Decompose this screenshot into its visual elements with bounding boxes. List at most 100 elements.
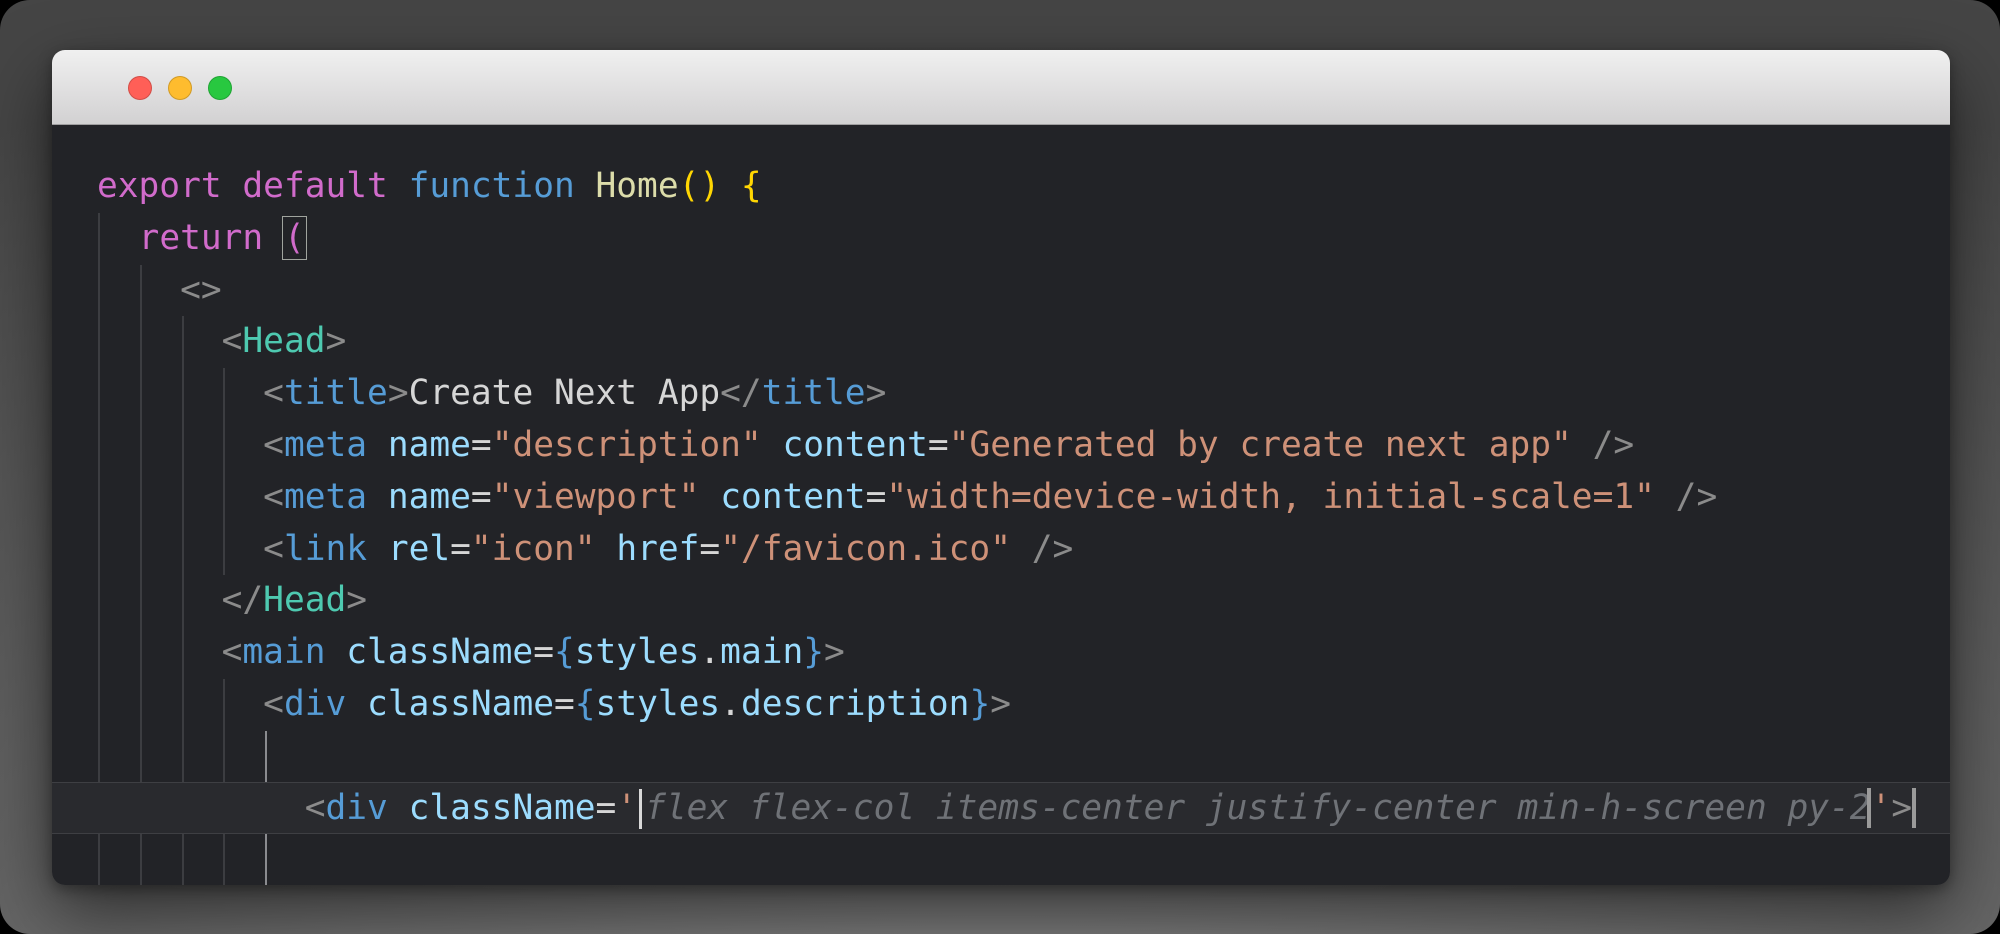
code-line: <> bbox=[52, 265, 1950, 317]
code-token bbox=[97, 788, 305, 828]
code-token: = bbox=[450, 529, 471, 569]
code-token bbox=[97, 529, 263, 569]
code-token: link bbox=[284, 529, 388, 569]
code-token: href bbox=[616, 529, 699, 569]
code-token bbox=[97, 270, 180, 310]
code-token: title bbox=[762, 373, 866, 413]
code-token: } bbox=[969, 684, 990, 724]
code-token: name bbox=[388, 477, 471, 517]
zoom-button[interactable] bbox=[208, 76, 232, 100]
code-token: ' bbox=[616, 788, 637, 828]
code-token: "/favicon.ico" bbox=[720, 529, 1011, 569]
code-token bbox=[97, 373, 263, 413]
code-line: return ( bbox=[52, 213, 1950, 265]
code-token: name bbox=[388, 425, 471, 465]
code-token: content bbox=[720, 477, 865, 517]
code-token: Create Next App bbox=[409, 373, 721, 413]
title-bar[interactable] bbox=[52, 50, 1950, 125]
code-token: = bbox=[866, 477, 887, 517]
code-token: description bbox=[741, 684, 969, 724]
code-token: "viewport" bbox=[492, 477, 700, 517]
code-token: { bbox=[575, 684, 596, 724]
code-token bbox=[97, 425, 263, 465]
text-cursor bbox=[639, 789, 642, 829]
code-token: main bbox=[242, 632, 346, 672]
code-line: <link rel="icon" href="/favicon.ico" /> bbox=[52, 524, 1950, 576]
code-token: title bbox=[284, 373, 388, 413]
code-token: "width=device-width, initial-scale=1" bbox=[886, 477, 1655, 517]
code-token: . bbox=[720, 684, 741, 724]
desktop-background: export default function Home() { return … bbox=[0, 0, 2000, 934]
code-token bbox=[97, 684, 263, 724]
code-line bbox=[52, 731, 1950, 783]
code-token: main bbox=[720, 632, 803, 672]
code-line: export default function Home() { bbox=[52, 161, 1950, 213]
minimize-button[interactable] bbox=[168, 76, 192, 100]
code-token: () bbox=[679, 166, 721, 206]
code-token: > bbox=[824, 632, 845, 672]
code-token: = bbox=[471, 425, 492, 465]
code-token bbox=[97, 477, 263, 517]
code-lines: export default function Home() { return … bbox=[52, 161, 1950, 885]
code-token: ( bbox=[284, 218, 305, 258]
code-line: <title>Create Next App</title> bbox=[52, 368, 1950, 420]
code-token: "Generated by create next app" bbox=[949, 425, 1572, 465]
code-token: < bbox=[305, 788, 326, 828]
code-token: /> bbox=[1572, 425, 1634, 465]
code-line: <meta name="description" content="Genera… bbox=[52, 420, 1950, 472]
code-token: "description" bbox=[492, 425, 762, 465]
code-token: div bbox=[326, 788, 409, 828]
code-token: div bbox=[284, 684, 367, 724]
code-token: } bbox=[803, 632, 824, 672]
code-token: = bbox=[699, 529, 720, 569]
code-line: <main className={styles.main}> bbox=[52, 627, 1950, 679]
code-token: styles bbox=[575, 632, 700, 672]
code-token: /> bbox=[1011, 529, 1073, 569]
code-token: < bbox=[263, 373, 284, 413]
code-token: "icon" bbox=[471, 529, 596, 569]
code-token: /> bbox=[1655, 477, 1717, 517]
close-button[interactable] bbox=[128, 76, 152, 100]
code-token: className bbox=[346, 632, 533, 672]
code-token: meta bbox=[284, 477, 388, 517]
code-token bbox=[97, 218, 139, 258]
code-line: <div className={styles.description}> bbox=[52, 679, 1950, 731]
code-token: default bbox=[242, 166, 408, 206]
code-token bbox=[97, 580, 222, 620]
code-token: return bbox=[139, 218, 284, 258]
code-token: function bbox=[409, 166, 596, 206]
code-token: = bbox=[471, 477, 492, 517]
code-token: > bbox=[346, 580, 367, 620]
code-token: = bbox=[596, 788, 617, 828]
code-token: Home bbox=[596, 166, 679, 206]
code-line: <meta name="viewport" content="width=dev… bbox=[52, 472, 1950, 524]
code-token: > bbox=[388, 373, 409, 413]
code-token: > bbox=[326, 321, 347, 361]
code-token: > bbox=[866, 373, 887, 413]
code-token: { bbox=[554, 632, 575, 672]
code-token: styles bbox=[596, 684, 721, 724]
code-token: < bbox=[263, 684, 284, 724]
code-token: className bbox=[367, 684, 554, 724]
code-line: </Head> bbox=[52, 575, 1950, 627]
code-editor-window: export default function Home() { return … bbox=[52, 50, 1950, 885]
code-token: > bbox=[990, 684, 1011, 724]
code-token bbox=[699, 477, 720, 517]
code-token: < bbox=[222, 321, 243, 361]
code-token: < bbox=[263, 529, 284, 569]
code-line bbox=[52, 834, 1950, 885]
code-token: = bbox=[928, 425, 949, 465]
editor-area[interactable]: export default function Home() { return … bbox=[52, 125, 1950, 885]
code-token: meta bbox=[284, 425, 388, 465]
code-token: = bbox=[554, 684, 575, 724]
code-token: < bbox=[263, 477, 284, 517]
code-token: export bbox=[97, 166, 242, 206]
code-token: ' bbox=[1871, 788, 1892, 828]
code-token bbox=[97, 632, 222, 672]
inline-suggestion-text: flex flex-col items-center justify-cente… bbox=[645, 788, 1870, 828]
code-token: Head bbox=[263, 580, 346, 620]
code-line: <div className='flex flex-col items-cent… bbox=[52, 783, 1950, 835]
code-token: = bbox=[533, 632, 554, 672]
code-token: Head bbox=[242, 321, 325, 361]
code-token: rel bbox=[388, 529, 450, 569]
